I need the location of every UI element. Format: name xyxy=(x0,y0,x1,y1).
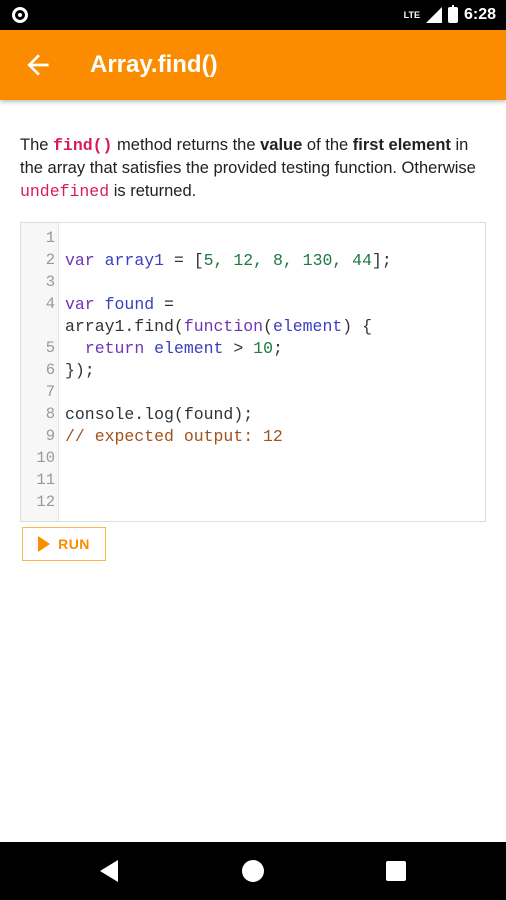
first-element-emph: first element xyxy=(352,136,451,154)
line-number: 12 xyxy=(36,493,55,511)
undefined-code: undefined xyxy=(20,182,110,201)
value-emph: value xyxy=(260,136,303,154)
app-bar: Array.find() xyxy=(0,30,506,100)
line-number: 6 xyxy=(45,361,55,379)
back-arrow-icon[interactable] xyxy=(22,49,54,81)
code-text: var array1 = [5, 12, 8, 130, 44]; xyxy=(65,251,392,270)
nav-back-icon[interactable] xyxy=(100,860,118,882)
notification-icon xyxy=(12,7,28,23)
desc-text: The xyxy=(20,136,54,154)
description: The find() method returns the value of t… xyxy=(20,134,490,203)
clock: 6:28 xyxy=(463,6,496,23)
signal-icon xyxy=(425,7,442,23)
code-text: return element > 10; xyxy=(84,339,283,358)
battery-icon xyxy=(447,5,458,23)
code-comment: // expected output: 12 xyxy=(65,427,283,446)
network-type: LTE xyxy=(403,10,420,20)
line-number: 3 xyxy=(45,273,55,291)
line-number: 4 xyxy=(45,295,55,313)
line-number: 1 xyxy=(45,229,55,247)
desc-text: is returned. xyxy=(109,182,197,200)
line-number: 11 xyxy=(36,471,55,489)
system-nav-bar xyxy=(0,842,506,900)
nav-home-icon[interactable] xyxy=(242,860,264,882)
line-number: 8 xyxy=(45,405,55,423)
run-button[interactable]: RUN xyxy=(22,527,106,561)
desc-text: method returns the xyxy=(112,136,261,154)
code-text: }); xyxy=(65,361,95,380)
nav-recents-icon[interactable] xyxy=(386,861,406,881)
page-title: Array.find() xyxy=(90,51,218,78)
line-number: 5 xyxy=(45,339,55,357)
code-text: array1.find(function(element) { xyxy=(65,317,372,336)
desc-text: of the xyxy=(302,136,353,154)
code-text: console.log(found); xyxy=(65,405,254,424)
line-number: 9 xyxy=(45,427,55,445)
run-label: RUN xyxy=(58,536,90,552)
line-number: 2 xyxy=(45,251,55,269)
status-right: LTE 6:28 xyxy=(404,5,496,25)
method-name: find() xyxy=(53,136,113,155)
status-bar: LTE 6:28 xyxy=(0,0,506,30)
line-number: 7 xyxy=(45,383,55,401)
line-number: 10 xyxy=(36,449,55,467)
code-text: var found = xyxy=(65,295,174,314)
play-icon xyxy=(38,536,51,552)
code-editor[interactable]: 1 2 var array1 = [5, 12, 8, 130, 44]; 3 … xyxy=(20,222,486,522)
